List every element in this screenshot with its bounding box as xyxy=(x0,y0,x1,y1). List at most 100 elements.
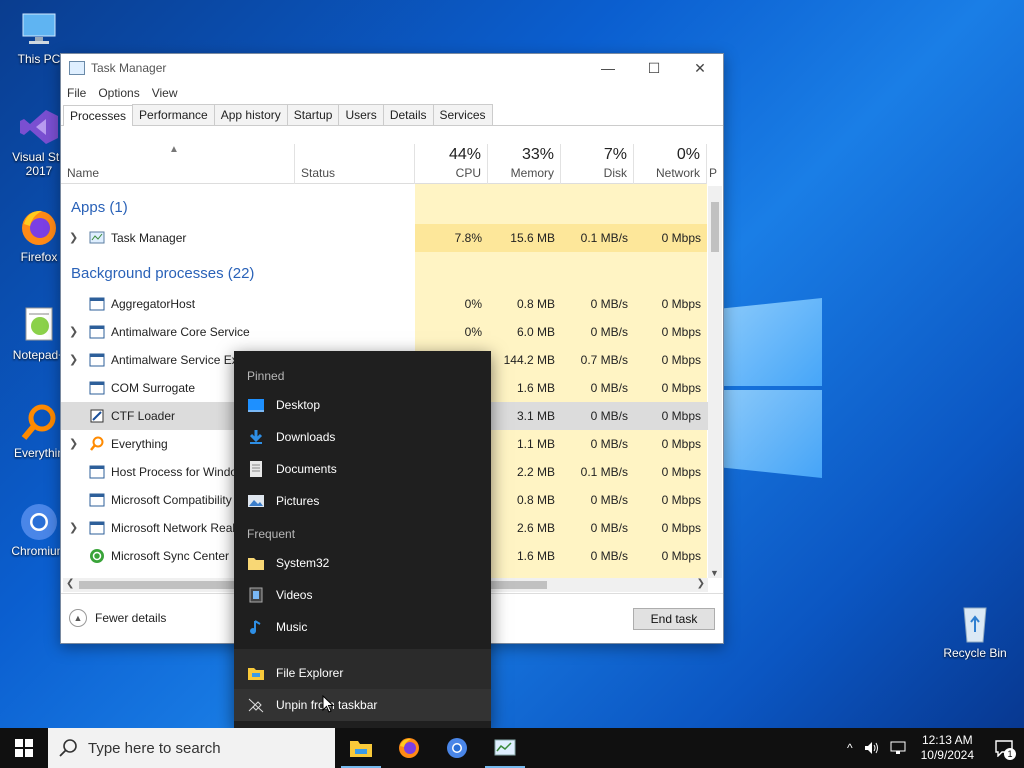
task-manager-icon xyxy=(494,739,516,756)
taskbar-chromium[interactable] xyxy=(433,728,481,768)
mouse-cursor-icon xyxy=(322,694,335,716)
tab-startup[interactable]: Startup xyxy=(286,104,340,125)
scroll-right-icon[interactable]: ❯ xyxy=(697,578,705,589)
visual-studio-icon xyxy=(18,106,60,148)
disk-value: 0.7 MB/s xyxy=(580,353,628,367)
unpin-from-taskbar-item[interactable]: Unpin from taskbar xyxy=(234,689,491,721)
vertical-scrollbar[interactable]: ▼ xyxy=(708,186,722,578)
network-value: 0 Mbps xyxy=(661,353,701,367)
chevron-right-icon[interactable]: ❯ xyxy=(69,437,78,450)
column-power[interactable]: P xyxy=(707,144,717,184)
volume-icon[interactable] xyxy=(863,740,881,756)
downloads-folder-icon xyxy=(247,429,265,445)
tab-performance[interactable]: Performance xyxy=(132,104,215,125)
column-name[interactable]: Name xyxy=(61,144,295,184)
show-hidden-icons-chevron-icon[interactable]: ^ xyxy=(847,741,853,755)
desktop-icon-recycle-bin[interactable]: Recycle Bin xyxy=(940,602,1010,660)
column-status[interactable]: Status xyxy=(295,144,415,184)
close-button[interactable]: ✕ xyxy=(677,54,723,82)
chevron-right-icon[interactable]: ❯ xyxy=(69,231,78,244)
chevron-right-icon[interactable]: ❯ xyxy=(69,353,78,366)
music-folder-icon xyxy=(247,619,265,635)
tab-strip: Processes Performance App history Startu… xyxy=(61,104,723,126)
recycle-bin-icon xyxy=(954,602,996,644)
jump-item-videos[interactable]: Videos xyxy=(234,579,491,611)
column-cpu[interactable]: 44% CPU xyxy=(415,144,488,184)
process-window-icon xyxy=(89,324,105,340)
file-explorer-icon xyxy=(350,741,372,757)
chevron-up-icon: ▲ xyxy=(69,609,87,627)
jump-item-file-explorer[interactable]: File Explorer xyxy=(234,657,491,689)
firefox-icon xyxy=(18,206,60,248)
jump-item-label: Downloads xyxy=(276,430,336,444)
column-disk-label: Disk xyxy=(603,166,627,180)
title-bar[interactable]: Task Manager — ☐ ✕ xyxy=(61,54,723,82)
column-memory-label: Memory xyxy=(510,166,554,180)
process-name: Antimalware Core Service xyxy=(111,325,250,339)
unpin-icon xyxy=(247,697,265,713)
column-memory[interactable]: 33% Memory xyxy=(488,144,561,184)
network-total: 0% xyxy=(676,146,700,163)
table-row[interactable]: ❯ Antimalware Core Service 0% 6.0 MB 0 M… xyxy=(61,318,709,346)
tab-app-history[interactable]: App history xyxy=(213,104,288,125)
disk-value: 0 MB/s xyxy=(590,437,628,451)
tab-processes[interactable]: Processes xyxy=(63,105,134,126)
chromium-icon xyxy=(18,500,60,542)
tab-services[interactable]: Services xyxy=(432,104,493,125)
process-window-icon xyxy=(89,352,105,368)
scroll-left-icon[interactable]: ❮ xyxy=(66,578,74,589)
taskbar-search-box[interactable]: Type here to search xyxy=(48,728,335,768)
fewer-details-button[interactable]: ▲ Fewer details xyxy=(69,609,166,627)
taskbar-task-manager[interactable] xyxy=(481,728,529,768)
tab-details[interactable]: Details xyxy=(382,104,434,125)
chevron-right-icon[interactable]: ❯ xyxy=(69,521,78,534)
maximize-button[interactable]: ☐ xyxy=(631,54,677,82)
tab-users[interactable]: Users xyxy=(338,104,384,125)
process-window-icon xyxy=(89,492,105,508)
menu-view[interactable]: View xyxy=(152,86,178,100)
end-task-button[interactable]: End task xyxy=(633,608,715,630)
scroll-down-icon[interactable]: ▼ xyxy=(710,568,719,578)
taskbar-firefox[interactable] xyxy=(385,728,433,768)
scrollbar-thumb[interactable] xyxy=(711,202,719,252)
disk-value: 0 MB/s xyxy=(590,549,628,563)
chevron-right-icon[interactable]: ❯ xyxy=(69,325,78,338)
table-row[interactable]: ❯ Task Manager 7.8% 15.6 MB 0.1 MB/s 0 M… xyxy=(61,224,709,252)
table-row[interactable]: AggregatorHost 0% 0.8 MB 0 MB/s 0 Mbps xyxy=(61,290,709,318)
process-name: AggregatorHost xyxy=(111,297,196,311)
memory-value: 144.2 MB xyxy=(503,353,555,367)
network-icon[interactable] xyxy=(889,740,907,756)
column-disk[interactable]: 7% Disk xyxy=(561,144,634,184)
disk-value: 0 MB/s xyxy=(590,521,628,535)
jump-item-system32[interactable]: System32 xyxy=(234,547,491,579)
jump-item-desktop[interactable]: Desktop xyxy=(234,389,491,421)
chromium-icon xyxy=(447,738,467,758)
network-value: 0 Mbps xyxy=(661,521,701,535)
network-value: 0 Mbps xyxy=(661,231,701,245)
jump-item-documents[interactable]: Documents xyxy=(234,453,491,485)
jump-item-pictures[interactable]: Pictures xyxy=(234,485,491,517)
column-network-label: Network xyxy=(655,166,700,180)
start-button[interactable] xyxy=(0,728,48,768)
disk-value: 0 MB/s xyxy=(590,493,628,507)
process-window-icon xyxy=(89,464,105,480)
taskbar-file-explorer[interactable] xyxy=(337,728,385,768)
cpu-value: 7.8% xyxy=(454,231,482,245)
taskbar: Type here to search ^ 12:13 AM 10/9/2024… xyxy=(0,728,1024,768)
action-center-button[interactable]: 1 xyxy=(984,728,1024,768)
wallpaper-windows-logo xyxy=(718,288,824,488)
network-value: 0 Mbps xyxy=(661,297,701,311)
pictures-folder-icon xyxy=(247,493,265,509)
column-network[interactable]: 0% Network xyxy=(634,144,707,184)
menu-file[interactable]: File xyxy=(67,86,86,100)
section-pinned: Pinned xyxy=(247,369,285,383)
jump-item-downloads[interactable]: Downloads xyxy=(234,421,491,453)
minimize-button[interactable]: — xyxy=(585,54,631,82)
everything-search-icon xyxy=(18,402,60,444)
network-value: 0 Mbps xyxy=(661,465,701,479)
clock[interactable]: 12:13 AM 10/9/2024 xyxy=(921,733,974,763)
disk-value: 0 MB/s xyxy=(590,409,628,423)
group-background: Background processes (22) xyxy=(71,265,255,282)
menu-options[interactable]: Options xyxy=(98,86,139,100)
jump-item-music[interactable]: Music xyxy=(234,611,491,643)
